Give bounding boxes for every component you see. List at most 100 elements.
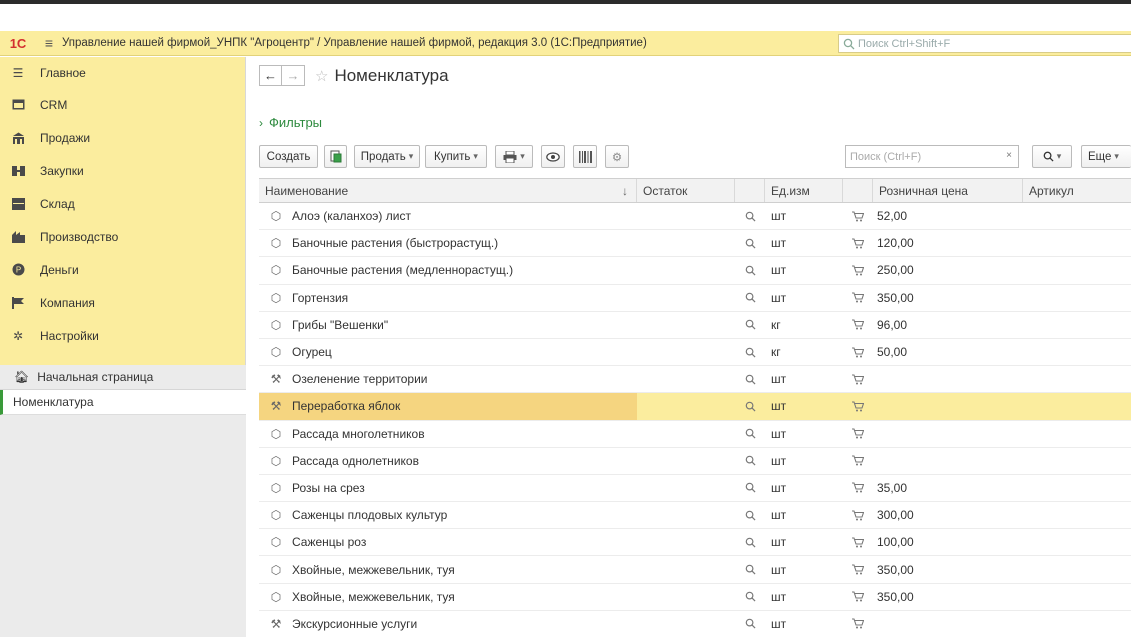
table-row[interactable]: ⬡ Хвойные, межжевельник, туя шт 350,00 xyxy=(259,584,1131,611)
app-logo[interactable]: 1С xyxy=(0,36,36,51)
table-row[interactable]: ⬡ Алоэ (каланхоэ) лист шт 52,00 xyxy=(259,203,1131,231)
product-icon: ⬡ xyxy=(270,345,282,360)
sidebar-item-main[interactable]: ☰ Главное xyxy=(0,57,245,88)
sidebar-item-settings[interactable]: ✲ Настройки xyxy=(0,319,245,352)
print-button[interactable]: ▾ xyxy=(495,145,533,168)
table-row[interactable]: ⬡ Хвойные, межжевельник, туя шт 350,00 xyxy=(259,556,1131,584)
money-icon: Р xyxy=(10,262,26,278)
lookup-search-icon[interactable] xyxy=(735,285,765,311)
cell-name: ⚒ Переработка яблок xyxy=(259,393,637,420)
sidebar-item-sales[interactable]: Продажи xyxy=(0,121,245,154)
lookup-search-icon[interactable] xyxy=(735,366,765,392)
favorite-star-icon[interactable]: ☆ xyxy=(315,67,328,85)
table-row[interactable]: ⬡ Рассада многолетников шт xyxy=(259,421,1131,448)
cell-unit: шт xyxy=(771,480,787,495)
sidebar-item-label: Склад xyxy=(40,196,75,211)
cell-name: ⬡ Хвойные, межжевельник, туя xyxy=(259,584,637,610)
lookup-search-icon[interactable] xyxy=(735,475,765,501)
list-search-input[interactable] xyxy=(850,150,1000,163)
cell-article xyxy=(1023,556,1131,582)
lookup-search-icon[interactable] xyxy=(735,257,765,283)
table-row[interactable]: ⚒ Экскурсионные услуги шт xyxy=(259,611,1131,637)
table-row[interactable]: ⬡ Огурец кг 50,00 xyxy=(259,339,1131,367)
column-header-stock[interactable]: Остаток xyxy=(637,179,735,202)
cell-article xyxy=(1023,584,1131,610)
cell-article xyxy=(1023,366,1131,392)
cell-price xyxy=(873,421,1023,447)
table-row[interactable]: ⬡ Рассада однолетников шт xyxy=(259,448,1131,475)
clear-search-icon[interactable]: × xyxy=(1006,150,1012,161)
cell-price xyxy=(873,366,1023,392)
home-page-link[interactable]: 🏠︎ Начальная страница xyxy=(0,365,246,390)
sidebar-item-crm[interactable]: CRM xyxy=(0,88,245,121)
column-name-label: Наименование xyxy=(265,183,349,198)
lookup-search-icon[interactable] xyxy=(735,556,765,582)
product-icon: ⬡ xyxy=(270,535,282,550)
column-header-name[interactable]: Наименование ↓ xyxy=(259,179,637,202)
column-header-unit[interactable]: Ед.изм xyxy=(765,179,843,202)
buy-button[interactable]: Купить ▾ xyxy=(425,145,487,168)
table-row[interactable]: ⬡ Саженцы плодовых культур шт 300,00 xyxy=(259,502,1131,530)
main-menu-icon[interactable]: ≡ xyxy=(36,35,62,51)
table-row[interactable]: ⚒ Озеленение территории шт xyxy=(259,366,1131,394)
table-row[interactable]: ⚒ Переработка яблок шт xyxy=(259,393,1131,421)
sidebar-item-purchases[interactable]: Закупки xyxy=(0,154,245,187)
column-header-price[interactable]: Розничная цена xyxy=(873,179,1023,202)
sidebar-item-label: Настройки xyxy=(40,328,99,343)
table-row[interactable]: ⬡ Саженцы роз шт 100,00 xyxy=(259,529,1131,557)
table-row[interactable]: ⬡ Грибы "Вешенки" кг 96,00 xyxy=(259,312,1131,339)
item-name: Грибы "Вешенки" xyxy=(292,317,389,332)
sidebar-item-warehouse[interactable]: Склад xyxy=(0,187,245,220)
basket-icon xyxy=(843,203,873,229)
view-button[interactable] xyxy=(541,145,565,168)
cell-name: ⬡ Грибы "Вешенки" xyxy=(259,312,637,338)
basket-icon xyxy=(843,448,873,474)
gear-icon: ⚙ xyxy=(611,151,623,164)
sidebar-item-label: Производство xyxy=(40,229,119,244)
table-row[interactable]: ⬡ Баночные растения (быстрорастущ.) шт 120,… xyxy=(259,230,1131,258)
lookup-search-icon[interactable] xyxy=(735,584,765,610)
lookup-search-icon[interactable] xyxy=(735,393,765,419)
app-title: Управление нашей фирмой_УНПК "Агроцентр"… xyxy=(62,37,647,49)
settings-button[interactable]: ⚙ xyxy=(605,145,629,168)
cell-article xyxy=(1023,257,1131,283)
main-area: ← → ☆ Номенклатура › Фильтры Создать Про… xyxy=(247,57,1131,637)
barcode-button[interactable] xyxy=(573,145,597,168)
lookup-search-icon[interactable] xyxy=(735,611,765,637)
cell-stock xyxy=(637,448,735,474)
search-button[interactable]: ▾ xyxy=(1032,145,1072,168)
lookup-search-icon[interactable] xyxy=(735,312,765,338)
table-row[interactable]: ⬡ Розы на срез шт 35,00 xyxy=(259,475,1131,503)
back-arrow-icon[interactable]: ← xyxy=(259,65,282,86)
more-button[interactable]: Еще ▾ xyxy=(1081,145,1131,168)
item-name: Баночные растения (быстрорастущ.) xyxy=(292,236,499,251)
copy-button[interactable] xyxy=(324,145,347,168)
forward-arrow-icon[interactable]: → xyxy=(282,65,305,86)
open-window-nomenclature[interactable]: Номенклатура xyxy=(0,390,246,415)
sidebar-item-production[interactable]: Производство xyxy=(0,220,245,253)
sell-button[interactable]: Продать ▾ xyxy=(354,145,420,168)
sidebar-item-money[interactable]: Р Деньги xyxy=(0,253,245,286)
lookup-search-icon[interactable] xyxy=(735,421,765,447)
lookup-search-icon[interactable] xyxy=(735,339,765,365)
column-header-article[interactable]: Артикул xyxy=(1023,179,1131,202)
product-icon: ⬡ xyxy=(270,426,282,441)
lookup-search-icon[interactable] xyxy=(735,502,765,528)
table-row[interactable]: ⬡ Гортензия шт 350,00 xyxy=(259,285,1131,312)
cell-name: ⬡ Саженцы плодовых культур xyxy=(259,502,637,528)
table-row[interactable]: ⬡ Баночные растения (медленнорастущ.) шт 25… xyxy=(259,257,1131,285)
lookup-search-icon[interactable] xyxy=(735,448,765,474)
item-name: Рассада многолетников xyxy=(292,426,425,441)
lookup-search-icon[interactable] xyxy=(735,529,765,555)
filters-toggle[interactable]: › Фильтры xyxy=(259,115,322,130)
lookup-search-icon[interactable] xyxy=(735,203,765,229)
sort-down-icon: ↓ xyxy=(622,183,628,198)
create-button[interactable]: Создать xyxy=(259,145,318,168)
item-name: Алоэ (каланхоэ) лист xyxy=(292,209,411,224)
global-search-input[interactable]: Поиск Ctrl+Shift+F xyxy=(838,34,1131,53)
item-name: Баночные растения (медленнорастущ.) xyxy=(292,263,514,278)
sidebar-item-company[interactable]: Компания xyxy=(0,286,245,319)
barcode-icon xyxy=(578,150,592,163)
lookup-search-icon[interactable] xyxy=(735,230,765,256)
form-header: ← → ☆ Номенклатура xyxy=(259,65,449,86)
